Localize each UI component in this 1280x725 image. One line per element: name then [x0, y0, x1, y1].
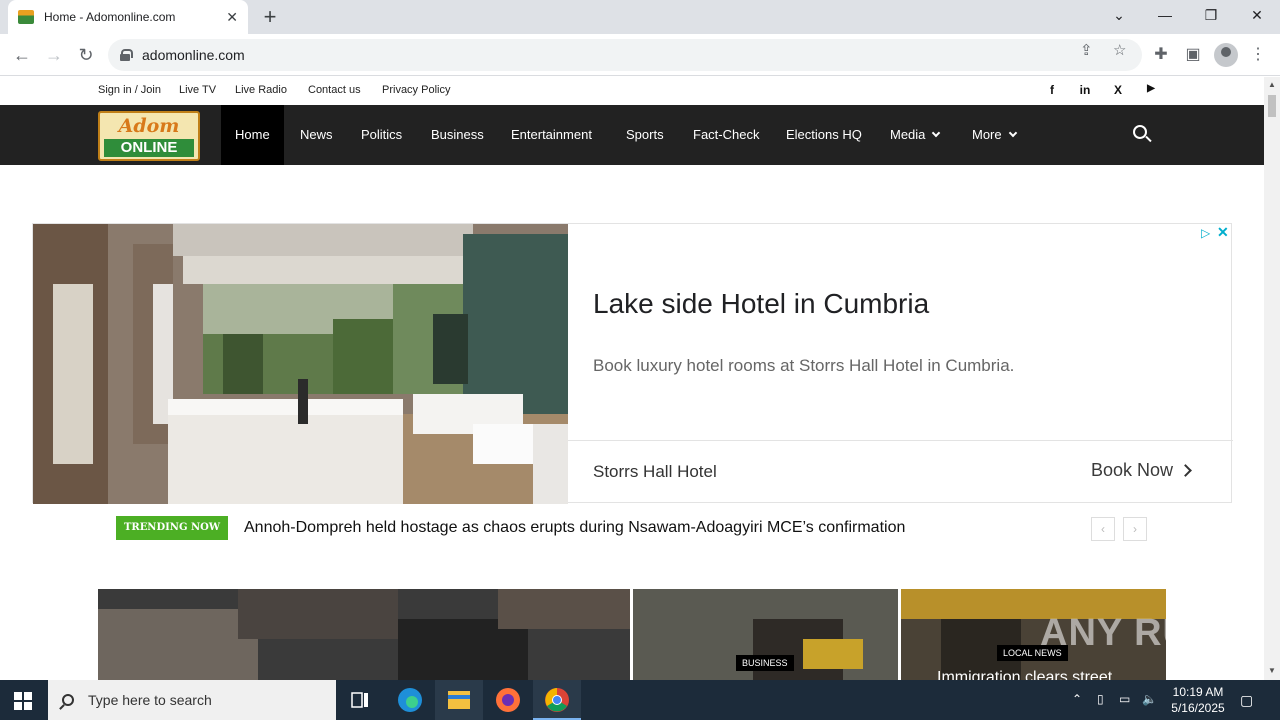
lock-icon[interactable] [120, 49, 133, 61]
contact-us-link[interactable]: Contact us [308, 84, 361, 96]
anyrun-watermark: ANY RUN [1040, 612, 1220, 654]
sign-in-link[interactable]: Sign in / Join [98, 84, 161, 96]
bookmark-star-icon[interactable]: ☆ [1113, 41, 1126, 59]
linkedin-icon[interactable]: in [1076, 83, 1094, 97]
new-tab-button[interactable]: + [258, 4, 282, 30]
chevron-right-icon [1179, 464, 1192, 477]
main-navigation: Adom ONLINE Home News Politics Business … [0, 105, 1264, 165]
chevron-down-icon [932, 128, 941, 138]
ad-bathroom-illustration [33, 224, 568, 504]
extensions-puzzle-icon[interactable]: ✚ [1150, 44, 1172, 64]
scroll-down-arrow-icon[interactable]: ▼ [1268, 666, 1276, 675]
facebook-icon[interactable]: f [1043, 83, 1061, 97]
back-button[interactable]: ← [10, 44, 34, 66]
nav-elections-hq[interactable]: Elections HQ [786, 105, 862, 165]
logo-top-text: Adom [118, 115, 180, 137]
firefox-icon[interactable] [484, 680, 532, 720]
search-icon[interactable] [1133, 125, 1147, 139]
nav-home[interactable]: Home [221, 105, 284, 165]
search-icon [62, 694, 74, 706]
restore-button[interactable]: ❐ [1188, 4, 1234, 26]
nav-business[interactable]: Business [431, 105, 484, 165]
page-scrollbar[interactable]: ▲ ▼ [1264, 77, 1280, 680]
ad-description[interactable]: Book luxury hotel rooms at Storrs Hall H… [593, 356, 1014, 376]
page-viewport: Sign in / Join Live TV Live Radio Contac… [0, 77, 1264, 680]
side-panel-icon[interactable]: ▣ [1182, 44, 1204, 64]
taskbar-search-box[interactable]: Type here to search [48, 680, 336, 720]
nav-more[interactable]: More [972, 105, 1017, 165]
ad-close-icon[interactable]: ✕ [1217, 224, 1229, 241]
share-icon[interactable]: ⇪ [1080, 41, 1093, 59]
url-text[interactable]: adomonline.com [142, 47, 245, 63]
nav-politics[interactable]: Politics [361, 105, 402, 165]
task-view-icon[interactable] [336, 680, 384, 720]
trending-headline-link[interactable]: Annoh-Dompreh held hostage as chaos erup… [244, 519, 905, 537]
browser-toolbar: ← → ↻ adomonline.com ⇪ ☆ ✚ ▣ ⋮ [0, 34, 1280, 76]
chrome-icon[interactable] [533, 680, 581, 720]
windows-taskbar: Type here to search ⌃ ▯ ▭ 🔈 10:19 AM 5/1… [0, 680, 1280, 720]
tab-title: Home - Adomonline.com [44, 10, 176, 24]
ad-divider [568, 440, 1233, 441]
edge-browser-icon[interactable] [386, 680, 434, 720]
reload-button[interactable]: ↻ [74, 44, 98, 66]
chevron-down-icon [1008, 128, 1017, 138]
notifications-icon[interactable]: ▢ [1240, 692, 1253, 709]
ad-headline[interactable]: Lake side Hotel in Cumbria [593, 288, 929, 320]
address-bar[interactable]: adomonline.com [108, 39, 1142, 71]
taskbar-search-placeholder: Type here to search [88, 692, 212, 708]
close-tab-icon[interactable]: ✕ [226, 9, 238, 26]
browser-tab-strip: Home - Adomonline.com ✕ + ⌄ — ❐ ✕ [0, 0, 1280, 34]
site-favicon-icon [18, 10, 34, 24]
clock-time: 10:19 AM [1172, 685, 1224, 699]
local-news-title[interactable]: Immigration clears street [937, 669, 1112, 680]
live-radio-link[interactable]: Live Radio [235, 84, 287, 96]
logo-bottom-text: ONLINE [104, 139, 194, 157]
minimize-button[interactable]: — [1142, 4, 1188, 26]
privacy-policy-link[interactable]: Privacy Policy [382, 84, 450, 96]
profile-avatar[interactable] [1214, 43, 1238, 67]
nav-news[interactable]: News [300, 105, 333, 165]
book-now-label: Book Now [1091, 460, 1174, 480]
volume-icon[interactable]: 🔈 [1142, 692, 1157, 706]
network-icon[interactable]: ▭ [1119, 692, 1130, 706]
adom-online-logo[interactable]: Adom ONLINE [98, 111, 200, 161]
scroll-thumb[interactable] [1268, 95, 1276, 117]
nav-media[interactable]: Media [890, 105, 941, 165]
trending-next-button[interactable]: › [1123, 517, 1147, 541]
featured-story-main[interactable] [98, 589, 630, 680]
featured-story-business[interactable]: BUSINESS [633, 589, 898, 680]
x-twitter-icon[interactable]: X [1109, 83, 1127, 97]
nav-fact-check[interactable]: Fact-Check [693, 105, 759, 165]
trending-now-badge: TRENDING NOW [116, 516, 228, 540]
clock-date: 5/16/2025 [1171, 701, 1225, 715]
top-utility-bar: Sign in / Join Live TV Live Radio Contac… [0, 77, 1264, 105]
live-tv-link[interactable]: Live TV [179, 84, 216, 96]
menu-kebab-icon[interactable]: ⋮ [1247, 44, 1269, 64]
system-clock[interactable]: 10:19 AM 5/16/2025 [1168, 684, 1228, 716]
tray-chevron-up-icon[interactable]: ⌃ [1072, 692, 1082, 706]
youtube-icon[interactable]: ▶ [1142, 83, 1160, 94]
scroll-up-arrow-icon[interactable]: ▲ [1268, 80, 1276, 89]
windows-start-icon[interactable] [14, 692, 32, 710]
nav-media-label: Media [890, 127, 926, 142]
close-window-button[interactable]: ✕ [1234, 4, 1280, 26]
nav-sports[interactable]: Sports [626, 105, 664, 165]
adchoices-icon[interactable]: ▷ [1201, 226, 1210, 240]
ad-bathroom-image[interactable] [33, 224, 568, 504]
tray-device-icon[interactable]: ▯ [1097, 692, 1104, 706]
nav-more-label: More [972, 127, 1002, 142]
nav-entertainment[interactable]: Entertainment [511, 105, 592, 165]
hotel-advertisement[interactable]: Lake side Hotel in Cumbria Book luxury h… [32, 223, 1233, 504]
featured-main-image [98, 589, 630, 680]
ad-advertiser[interactable]: Storrs Hall Hotel [593, 462, 717, 482]
business-category-label[interactable]: BUSINESS [736, 655, 794, 671]
trending-prev-button[interactable]: ‹ [1091, 517, 1115, 541]
tab-search-chevron-icon[interactable]: ⌄ [1096, 4, 1142, 26]
book-now-button[interactable]: Book Now [1091, 460, 1192, 481]
browser-tab[interactable]: Home - Adomonline.com ✕ [8, 0, 248, 34]
file-explorer-icon[interactable] [435, 680, 483, 720]
forward-button[interactable]: → [42, 44, 66, 66]
